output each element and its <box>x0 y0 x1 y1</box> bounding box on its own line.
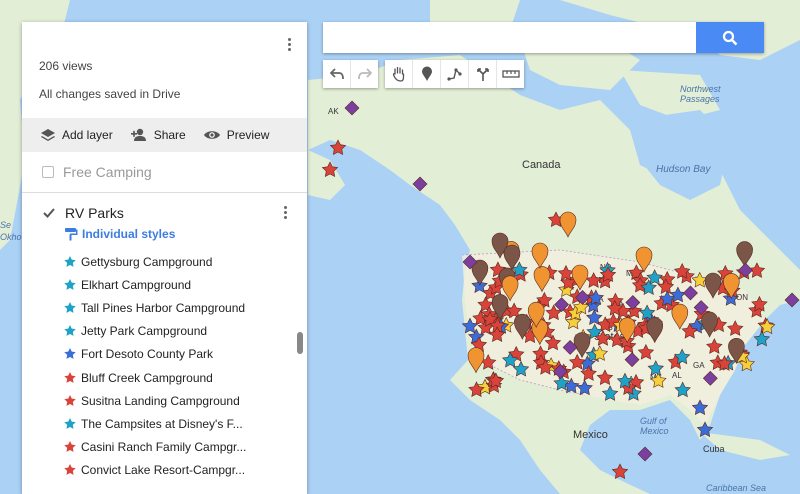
star-icon <box>64 301 76 313</box>
place-name: Susitna Landing Campground <box>81 393 240 408</box>
label-on: ON <box>736 293 748 302</box>
directions-icon <box>476 68 489 81</box>
undo-button[interactable] <box>323 60 351 88</box>
label-gulf-mexico: Mexico <box>640 426 669 436</box>
place-name: The Campsites at Disney's F... <box>81 416 243 431</box>
add-marker-button[interactable] <box>413 60 441 88</box>
draw-line-icon <box>446 68 462 81</box>
pan-tool-button[interactable] <box>385 60 413 88</box>
label-okhotsk: Okho <box>0 232 22 242</box>
star-icon <box>64 325 76 337</box>
rv-parks-name: RV Parks <box>65 205 124 221</box>
add-layer-button[interactable]: Add layer <box>40 128 113 142</box>
search-button[interactable] <box>696 22 764 53</box>
place-list-item[interactable]: Convict Lake Resort-Campgr... <box>22 459 307 482</box>
scrollbar-thumb[interactable] <box>297 332 303 354</box>
label-cuba: Cuba <box>703 444 725 454</box>
place-list-item[interactable]: Susitna Landing Campground <box>22 389 307 412</box>
marker-icon <box>421 66 432 81</box>
place-list-item[interactable]: Bluff Creek Campground <box>22 366 307 389</box>
hand-icon <box>392 66 404 82</box>
star-icon <box>64 348 76 360</box>
add-layer-label: Add layer <box>62 128 113 142</box>
save-status: All changes saved in Drive <box>39 87 181 101</box>
add-person-icon <box>130 128 146 141</box>
ruler-icon <box>501 70 520 78</box>
measure-button[interactable] <box>497 60 524 88</box>
directions-button[interactable] <box>469 60 497 88</box>
rv-parks-checkbox[interactable] <box>42 206 56 220</box>
undo-icon <box>329 68 344 80</box>
layer-options-menu-icon[interactable] <box>277 204 293 224</box>
free-camping-checkbox[interactable] <box>42 166 54 178</box>
place-list-item[interactable]: Fort Desoto County Park <box>22 343 307 366</box>
star-icon <box>64 278 76 290</box>
label-ak: AK <box>328 107 339 116</box>
star-icon <box>64 255 76 267</box>
star-icon <box>64 417 76 429</box>
layers-icon <box>41 129 55 141</box>
search-icon <box>722 30 738 45</box>
place-name: Jetty Park Campground <box>81 324 208 339</box>
share-button[interactable]: Share <box>130 128 186 142</box>
place-list: Gettysburg Campground Elkhart Campground T… <box>22 250 307 482</box>
panel-header: 206 views All changes saved in Drive <box>22 22 307 118</box>
label-canada: Canada <box>522 159 561 171</box>
label-northwest: Northwest <box>680 84 721 94</box>
panel-actions: Add layer Share Preview <box>22 118 307 152</box>
search-input[interactable] <box>323 22 693 53</box>
place-list-item[interactable]: Tall Pines Harbor Campground <box>22 296 307 319</box>
place-name: Tall Pines Harbor Campground <box>81 300 246 315</box>
label-sea-left: Se <box>0 220 11 230</box>
draw-line-button[interactable] <box>441 60 469 88</box>
free-camping-name: Free Camping <box>63 164 152 180</box>
label-caribbean: Caribbean Sea <box>706 483 766 493</box>
place-name: Gettysburg Campground <box>81 254 213 269</box>
layer-panel: 206 views All changes saved in Drive Add… <box>22 22 307 494</box>
history-toolbar <box>323 60 378 88</box>
preview-button[interactable]: Preview <box>203 128 270 142</box>
place-list-item[interactable]: The Campsites at Disney's F... <box>22 412 307 435</box>
layer-free-camping[interactable]: Free Camping <box>22 152 307 193</box>
place-list-item[interactable]: Gettysburg Campground <box>22 250 307 273</box>
label-gulf-of: Gulf of <box>640 416 668 426</box>
place-list-item[interactable]: Elkhart Campground <box>22 273 307 296</box>
eye-icon <box>203 131 220 139</box>
label-hudson-bay: Hudson Bay <box>656 164 711 175</box>
redo-button[interactable] <box>351 60 378 88</box>
redo-icon <box>357 68 372 80</box>
layer-rv-parks: RV Parks Individual styles Gettysburg Ca… <box>22 193 307 482</box>
star-icon <box>64 371 76 383</box>
star-icon <box>64 441 76 452</box>
label-ga: GA <box>693 361 705 370</box>
place-name: Fort Desoto County Park <box>81 347 214 362</box>
label-passages: Passages <box>680 94 720 104</box>
label-mexico: Mexico <box>573 429 608 441</box>
place-name: Convict Lake Resort-Campgr... <box>81 463 246 478</box>
view-count: 206 views <box>39 59 93 73</box>
label-al: AL <box>672 371 682 380</box>
place-name: Elkhart Campground <box>81 277 192 292</box>
place-name: Casini Ranch Family Campgr... <box>81 440 247 455</box>
tools-toolbar <box>385 60 524 88</box>
map-options-menu-icon[interactable] <box>281 36 297 56</box>
share-label: Share <box>153 128 186 142</box>
star-icon <box>64 394 76 406</box>
place-list-item[interactable]: Jetty Park Campground <box>22 320 307 343</box>
place-list-item[interactable]: Casini Ranch Family Campgr... <box>22 436 307 459</box>
search-box <box>323 22 764 53</box>
star-icon <box>64 464 76 476</box>
place-name: Bluff Creek Campground <box>81 370 213 385</box>
preview-label: Preview <box>226 128 270 142</box>
rv-parks-header[interactable]: RV Parks <box>22 193 307 233</box>
